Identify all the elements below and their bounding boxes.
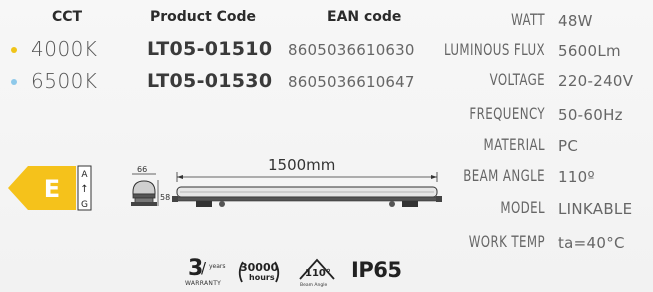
beam-number: 110°: [305, 268, 331, 279]
product-code: LT05-01530: [147, 70, 273, 92]
cct-value: 6500K: [31, 69, 98, 93]
fixture-side-view: [172, 186, 442, 207]
warranty-badge: 3 / years WARRANTY: [183, 256, 233, 288]
header-product-code: Product Code: [150, 9, 257, 25]
beam-angle-badge: 110° Beam Angle: [297, 257, 337, 289]
ip-rating-badge: IP65: [351, 258, 402, 282]
product-code: LT05-01510: [147, 38, 273, 60]
cct-value: 4000K: [31, 37, 98, 61]
spec-label-work-temp: WORK TEMP: [468, 232, 545, 251]
energy-scale-bottom: G: [81, 200, 88, 210]
spec-value-material: PC: [558, 137, 579, 155]
energy-scale-top: A: [81, 170, 88, 180]
cct-cool-dot: [11, 79, 17, 85]
cross-section-drawing: [131, 173, 159, 206]
spec-label-voltage: VOLTAGE: [489, 70, 545, 89]
energy-label: E A ↑ G: [8, 165, 92, 211]
spec-label-watt: WATT: [511, 10, 545, 29]
energy-class-arrow: [8, 166, 76, 210]
energy-class-letter: E: [44, 175, 60, 203]
spec-value-luminous-flux: 5600Lm: [558, 42, 621, 60]
spec-value-watt: 48W: [558, 12, 593, 30]
spec-value-model: LINKABLE: [558, 200, 633, 218]
header-cct: CCT: [52, 9, 83, 25]
warranty-label: WARRANTY: [185, 280, 222, 287]
cct-warm-dot: [11, 47, 17, 53]
hours-label: hours: [249, 273, 275, 282]
length-dimension-line: [176, 172, 438, 182]
spec-value-beam-angle: 110º: [558, 168, 595, 186]
spec-value-voltage: 220-240V: [558, 72, 634, 90]
spec-value-frequency: 50-60Hz: [558, 106, 623, 124]
energy-scale-arrow-icon: ↑: [80, 184, 88, 195]
hours-badge: 30000 hours: [235, 256, 283, 288]
spec-label-frequency: FREQUENCY: [469, 104, 545, 123]
spec-label-material: MATERIAL: [483, 135, 545, 154]
spec-label-luminous-flux: LUMINOUS FLUX: [443, 40, 545, 59]
spec-value-work-temp: ta=40°C: [558, 234, 625, 252]
warranty-slash-icon: /: [201, 259, 207, 277]
beam-label: Beam Angle: [300, 283, 328, 288]
warranty-unit: years: [209, 263, 226, 270]
